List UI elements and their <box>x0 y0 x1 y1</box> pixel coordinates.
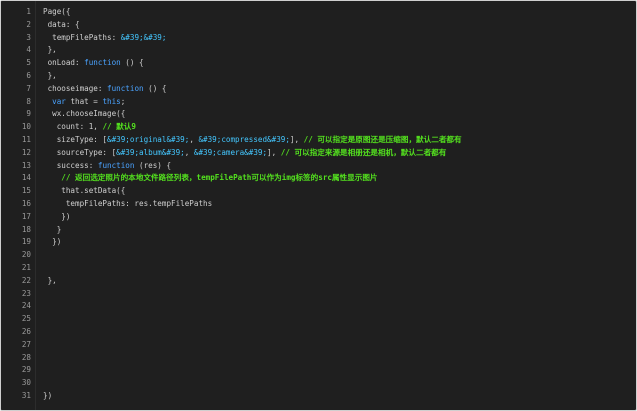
code-line[interactable] <box>36 312 636 325</box>
line-number: 15 <box>21 186 31 196</box>
code-line[interactable]: }, <box>36 274 636 287</box>
code-line-text: Page({ <box>43 7 71 16</box>
line-number: 24 <box>21 301 31 311</box>
line-number: 25 <box>21 314 31 324</box>
code-line[interactable]: that.setData({ <box>36 184 636 197</box>
line-number: 3 <box>26 32 31 42</box>
code-line-text: }, <box>43 275 57 285</box>
code-line[interactable] <box>36 338 636 351</box>
code-line-text: count: 1, // 默认9 <box>43 122 136 132</box>
code-line-text: }, <box>43 45 57 55</box>
line-number: 4 <box>26 45 31 55</box>
code-line[interactable] <box>36 376 636 389</box>
line-number: 5 <box>26 58 31 68</box>
code-line[interactable]: wx.chooseImage({ <box>36 107 636 120</box>
line-number: 6 <box>26 71 31 80</box>
line-number: 9 <box>26 109 31 119</box>
code-line-text: tempFilePaths: &#39;&#39; <box>43 32 167 42</box>
code-line-text: // 返回选定照片的本地文件路径列表，tempFilePath可以作为img标签… <box>61 173 378 183</box>
code-line[interactable]: // 返回选定照片的本地文件路径列表，tempFilePath可以作为img标签… <box>36 171 636 184</box>
line-number: 12 <box>21 147 31 157</box>
code-line[interactable] <box>36 325 636 338</box>
code-area[interactable]: Page({ data: { tempFilePaths: &#39;&#39;… <box>36 1 636 410</box>
code-line-text: } <box>43 224 62 234</box>
code-line[interactable]: success: function (res) { <box>36 159 636 172</box>
code-line[interactable]: data: { <box>36 18 636 31</box>
code-line-text: success: function (res) { <box>43 160 172 170</box>
line-number: 10 <box>21 122 31 132</box>
code-line[interactable] <box>36 363 636 376</box>
line-number: 8 <box>26 96 31 106</box>
code-line[interactable] <box>36 248 636 261</box>
code-line-text: }) <box>43 391 53 400</box>
code-line-text: sizeType: [&#39;original&#39;, &#39;comp… <box>43 135 462 144</box>
code-line[interactable] <box>36 287 636 300</box>
line-number-gutter: 1 2 3 4 5 6 7 8 9 10 11 12 13 14 15 16 17 18 19 20 21 22 23 24 2… <box>1 1 36 410</box>
line-number: 19 <box>21 237 31 247</box>
code-line[interactable]: sourceType: [&#39;album&#39;, &#39;camer… <box>36 146 636 159</box>
code-line[interactable]: }) <box>36 210 636 223</box>
code-line[interactable] <box>36 299 636 312</box>
code-line-text: }, <box>43 71 57 80</box>
code-editor[interactable]: 1 2 3 4 5 6 7 8 9 10 11 12 13 14 15 16 17 18 19 20 21 22 23 24 2… <box>0 0 637 411</box>
code-line[interactable]: }, <box>36 69 636 82</box>
code-line-text: data: { <box>43 19 80 29</box>
code-line-text: chooseimage: function () { <box>43 83 167 93</box>
line-number: 27 <box>21 339 31 349</box>
line-number: 14 <box>21 173 31 183</box>
line-number: 17 <box>21 211 31 221</box>
line-number: 20 <box>21 250 31 260</box>
line-number: 18 <box>21 224 31 234</box>
code-line[interactable]: var that = this; <box>36 95 636 108</box>
code-line-text: }) <box>43 211 71 221</box>
line-number: 21 <box>21 263 31 272</box>
line-number: 31 <box>21 391 31 400</box>
code-line[interactable]: onLoad: function () { <box>36 56 636 69</box>
code-line-text: }) <box>43 237 62 247</box>
line-number: 1 <box>26 7 31 16</box>
code-line-text: that.setData({ <box>43 186 126 196</box>
line-number: 29 <box>21 365 31 375</box>
code-line[interactable] <box>36 351 636 364</box>
code-line[interactable]: } <box>36 223 636 236</box>
code-line[interactable]: }, <box>36 43 636 56</box>
code-line[interactable]: }) <box>36 389 636 402</box>
code-line[interactable] <box>36 261 636 274</box>
code-line-text: onLoad: function () { <box>43 58 144 68</box>
line-number: 7 <box>26 83 31 93</box>
line-number: 23 <box>21 288 31 298</box>
code-line-text: tempFilePaths: res.tempFilePaths <box>43 199 213 208</box>
code-line[interactable]: }) <box>36 235 636 248</box>
code-line[interactable]: Page({ <box>36 5 636 18</box>
line-number: 13 <box>21 160 31 170</box>
line-number: 28 <box>21 352 31 362</box>
line-number: 26 <box>21 327 31 336</box>
code-line[interactable]: sizeType: [&#39;original&#39;, &#39;comp… <box>36 133 636 146</box>
code-line-text: sourceType: [&#39;album&#39;, &#39;camer… <box>43 147 447 157</box>
line-number: 2 <box>26 19 31 29</box>
line-number: 16 <box>21 199 31 208</box>
line-number: 30 <box>21 378 31 388</box>
code-line[interactable]: count: 1, // 默认9 <box>36 120 636 133</box>
code-line[interactable]: tempFilePaths: res.tempFilePaths <box>36 197 636 210</box>
code-line[interactable]: tempFilePaths: &#39;&#39; <box>36 31 636 44</box>
line-number: 22 <box>21 275 31 285</box>
line-number: 11 <box>21 135 31 144</box>
code-line-text: var that = this; <box>52 96 126 106</box>
code-line[interactable]: chooseimage: function () { <box>36 82 636 95</box>
code-line-text: wx.chooseImage({ <box>43 109 126 119</box>
